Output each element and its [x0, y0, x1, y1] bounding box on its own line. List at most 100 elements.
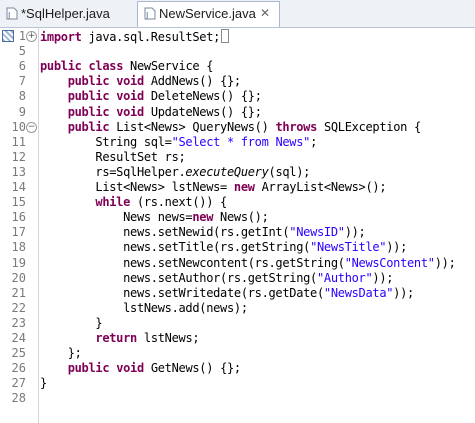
keyword-token: void: [116, 89, 144, 104]
code-line[interactable]: 19 news.setNewcontent(rs.getString("News…: [0, 256, 475, 271]
code-text: public void DeleteNews() {};: [40, 89, 262, 104]
code-text: News news=new News();: [40, 210, 269, 225]
code-text: }: [40, 316, 102, 331]
code-line[interactable]: 22 lstNews.add(news);: [0, 301, 475, 316]
keyword-token: void: [116, 104, 144, 119]
code-text: List<News> lstNews= new ArrayList<News>(…: [40, 180, 386, 195]
keyword-token: public: [67, 74, 110, 89]
code-line[interactable]: 27}: [0, 376, 475, 391]
keyword-token: public: [67, 89, 110, 104]
code-text: news.setAuthor(rs.getString("Author"));: [40, 271, 393, 286]
code-line[interactable]: 10− public List<News> QueryNews() throws…: [0, 120, 475, 135]
string-token: "NewsData": [323, 285, 394, 300]
java-file-icon: J: [6, 7, 18, 20]
keyword-token: public: [67, 361, 110, 376]
code-token: ));: [344, 225, 366, 240]
code-line[interactable]: 8 public void DeleteNews() {};: [0, 89, 475, 104]
tab-sqlhelper[interactable]: J *SqlHelper.java: [0, 2, 133, 26]
svg-text:J: J: [145, 11, 148, 20]
code-token: UpdateNews() {};: [143, 104, 262, 119]
line-number: 7: [18, 74, 26, 89]
folded-import-indicator[interactable]: [221, 29, 230, 43]
code-line[interactable]: 15 while (rs.next()) {: [0, 195, 475, 210]
code-text: news.setTitle(rs.getString("NewsTitle"))…: [40, 240, 407, 255]
code-token: List<News> lstNews=: [40, 180, 234, 194]
code-token: lstNews.add(news);: [40, 300, 248, 315]
code-text: news.setWritedate(rs.getDate("NewsData")…: [40, 286, 414, 301]
line-number: 18: [11, 240, 26, 255]
keyword-token: while: [95, 195, 131, 210]
string-token: "Author": [317, 270, 373, 285]
code-token: news.setNewid(rs.getInt(: [40, 225, 290, 240]
line-number: 17: [11, 225, 26, 240]
expand-fold-icon[interactable]: +: [26, 31, 37, 42]
code-token: ));: [434, 255, 456, 270]
line-number: 11: [11, 134, 26, 149]
line-number: 22: [11, 300, 26, 315]
code-token: SQLException {: [317, 119, 421, 134]
keyword-token: public: [40, 59, 82, 74]
line-number: 10: [11, 119, 26, 134]
code-line[interactable]: 20 news.setAuthor(rs.getString("Author")…: [0, 271, 475, 286]
code-text: return lstNews;: [40, 331, 199, 346]
code-line[interactable]: 26 public void GetNews() {};: [0, 361, 475, 376]
line-number: 28: [11, 391, 26, 406]
line-number: 25: [11, 346, 26, 361]
code-token: news.setTitle(rs.getString(: [40, 240, 311, 255]
collapse-fold-icon[interactable]: −: [26, 121, 37, 133]
code-line[interactable]: 5: [0, 44, 475, 59]
code-line[interactable]: 13 rs=SqlHelper.executeQuery(sql);: [0, 165, 475, 180]
code-token: AddNews() {};: [143, 74, 241, 89]
code-token: }: [40, 315, 103, 330]
keyword-token: import: [40, 30, 82, 44]
tab-newservice[interactable]: J NewService.java ✕: [137, 1, 280, 27]
code-line[interactable]: 25 };: [0, 346, 475, 361]
code-line[interactable]: 23 }: [0, 316, 475, 331]
code-text: }: [40, 376, 47, 391]
code-line[interactable]: 16 News news=new News();: [0, 210, 475, 225]
close-icon[interactable]: ✕: [260, 2, 270, 25]
code-text: rs=SqlHelper.executeQuery(sql);: [40, 165, 310, 180]
code-line[interactable]: 17 news.setNewid(rs.getInt("NewsID"));: [0, 225, 475, 240]
keyword-token: new: [233, 180, 255, 194]
line-number: 15: [11, 195, 26, 210]
code-token: java.sql.ResultSet;: [81, 30, 221, 44]
string-token: "NewsID": [289, 225, 345, 240]
code-line[interactable]: 21 news.setWritedate(rs.getDate("NewsDat…: [0, 286, 475, 301]
line-number: 24: [11, 331, 26, 345]
code-line[interactable]: 7 public void AddNews() {};: [0, 74, 475, 89]
code-line[interactable]: 6 public class NewService {: [0, 59, 475, 74]
code-token: rs=SqlHelper.: [40, 164, 186, 179]
code-text: while (rs.next()) {: [40, 195, 227, 210]
code-text: public void UpdateNews() {};: [40, 105, 262, 120]
code-line[interactable]: 24 return lstNews;: [0, 331, 475, 346]
line-number: 20: [11, 270, 26, 285]
keyword-token: class: [88, 59, 124, 74]
code-text: import java.sql.ResultSet;: [40, 29, 230, 45]
code-line[interactable]: 28: [0, 391, 475, 406]
code-editor[interactable]: 1 + import java.sql.ResultSet; 5 6 public cla…: [0, 28, 475, 423]
line-number: 23: [11, 315, 26, 330]
code-text: public void GetNews() {};: [40, 361, 241, 376]
code-line[interactable]: 11 String sql="Select * from News";: [0, 135, 475, 150]
code-line[interactable]: 12 ResultSet rs;: [0, 150, 475, 165]
code-token: (sql);: [268, 164, 311, 179]
code-token: News news=: [40, 210, 193, 225]
code-line[interactable]: 18 news.setTitle(rs.getString("NewsTitle…: [0, 240, 475, 255]
line-number: 14: [11, 180, 26, 194]
code-line[interactable]: 9 public void UpdateNews() {};: [0, 105, 475, 120]
keyword-token: public: [67, 119, 110, 134]
code-text: news.setNewid(rs.getInt("NewsID"));: [40, 225, 366, 240]
code-line[interactable]: 14 List<News> lstNews= new ArrayList<New…: [0, 180, 475, 195]
code-line[interactable]: 1 + import java.sql.ResultSet;: [0, 29, 475, 44]
line-number: 12: [11, 149, 26, 164]
code-text: };: [40, 346, 82, 361]
line-number: 13: [11, 164, 26, 179]
line-number: 5: [18, 44, 26, 59]
code-token: news.setAuthor(rs.getString(: [40, 270, 317, 285]
